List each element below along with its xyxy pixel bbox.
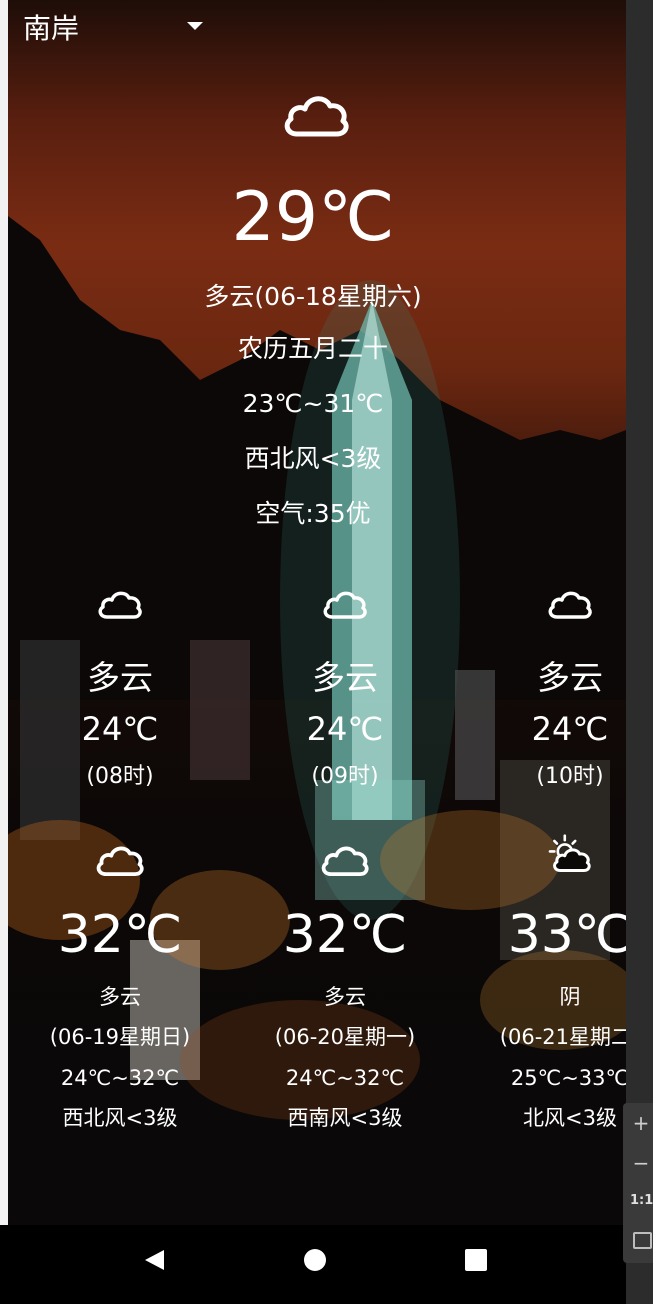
- daily-condition: 多云: [324, 985, 366, 1009]
- emulator-zoom-panel: + − 1:1: [623, 1103, 653, 1263]
- daily-condition: 多云: [99, 985, 141, 1009]
- daily-temperature: 32℃: [282, 905, 408, 965]
- daily-temperature: 33℃: [507, 905, 626, 965]
- fit-screen-icon[interactable]: [633, 1232, 652, 1249]
- phone-screen: 南岸 29℃ 多云(06-18星期六) 农历五月二十 23℃~31℃ 西北风<3…: [0, 0, 626, 1304]
- hourly-temperature: 24℃: [81, 710, 159, 748]
- dropdown-arrow-icon[interactable]: [187, 22, 203, 30]
- hourly-temperature: 24℃: [531, 710, 609, 748]
- cloud-icon: [284, 96, 349, 137]
- sun-behind-cloud-icon: [548, 834, 591, 873]
- lunar-date: 农历五月二十: [237, 334, 388, 363]
- daily-wind: 西北风<3级: [62, 1106, 178, 1130]
- hourly-temperature: 24℃: [306, 710, 384, 748]
- hourly-time: (09时): [311, 764, 379, 789]
- wind-info: 西北风<3级: [244, 444, 382, 473]
- cloud-icon: [98, 591, 142, 619]
- recent-apps-icon[interactable]: [465, 1249, 487, 1271]
- daily-date: (06-20星期一): [274, 1025, 416, 1049]
- air-quality: 空气:35优: [255, 499, 371, 528]
- hourly-time: (10时): [536, 764, 604, 789]
- daily-temp-range: 24℃~32℃: [60, 1066, 180, 1090]
- zoom-out-button[interactable]: −: [630, 1151, 652, 1175]
- daily-temp-range: 25℃~33℃: [510, 1066, 626, 1090]
- daily-temperature: 32℃: [57, 905, 183, 965]
- home-icon[interactable]: [304, 1249, 326, 1271]
- back-icon[interactable]: [142, 1248, 166, 1272]
- cloud-icon: [323, 591, 367, 619]
- daily-date: (06-19星期日): [49, 1025, 191, 1049]
- temperature-range: 23℃~31℃: [242, 389, 384, 418]
- actual-size-button[interactable]: 1:1: [630, 1193, 653, 1208]
- daily-wind: 西南风<3级: [287, 1106, 403, 1130]
- cloud-icon: [321, 846, 369, 876]
- cloud-icon: [548, 591, 592, 619]
- current-temperature: 29℃: [231, 178, 395, 257]
- current-condition-date: 多云(06-18星期六): [204, 282, 422, 311]
- daily-temp-range: 24℃~32℃: [285, 1066, 405, 1090]
- cloud-icon: [96, 846, 144, 876]
- zoom-in-button[interactable]: +: [630, 1111, 652, 1135]
- daily-date: (06-21星期二): [499, 1025, 626, 1049]
- left-edge-strip: [0, 0, 8, 1225]
- daily-condition: 阴: [559, 985, 581, 1009]
- hourly-condition: 多云: [312, 658, 378, 697]
- hourly-time: (08时): [86, 764, 154, 789]
- city-selector[interactable]: 南岸: [23, 10, 79, 48]
- hourly-condition: 多云: [537, 658, 603, 697]
- hourly-condition: 多云: [87, 658, 153, 697]
- daily-wind: 北风<3级: [523, 1106, 617, 1130]
